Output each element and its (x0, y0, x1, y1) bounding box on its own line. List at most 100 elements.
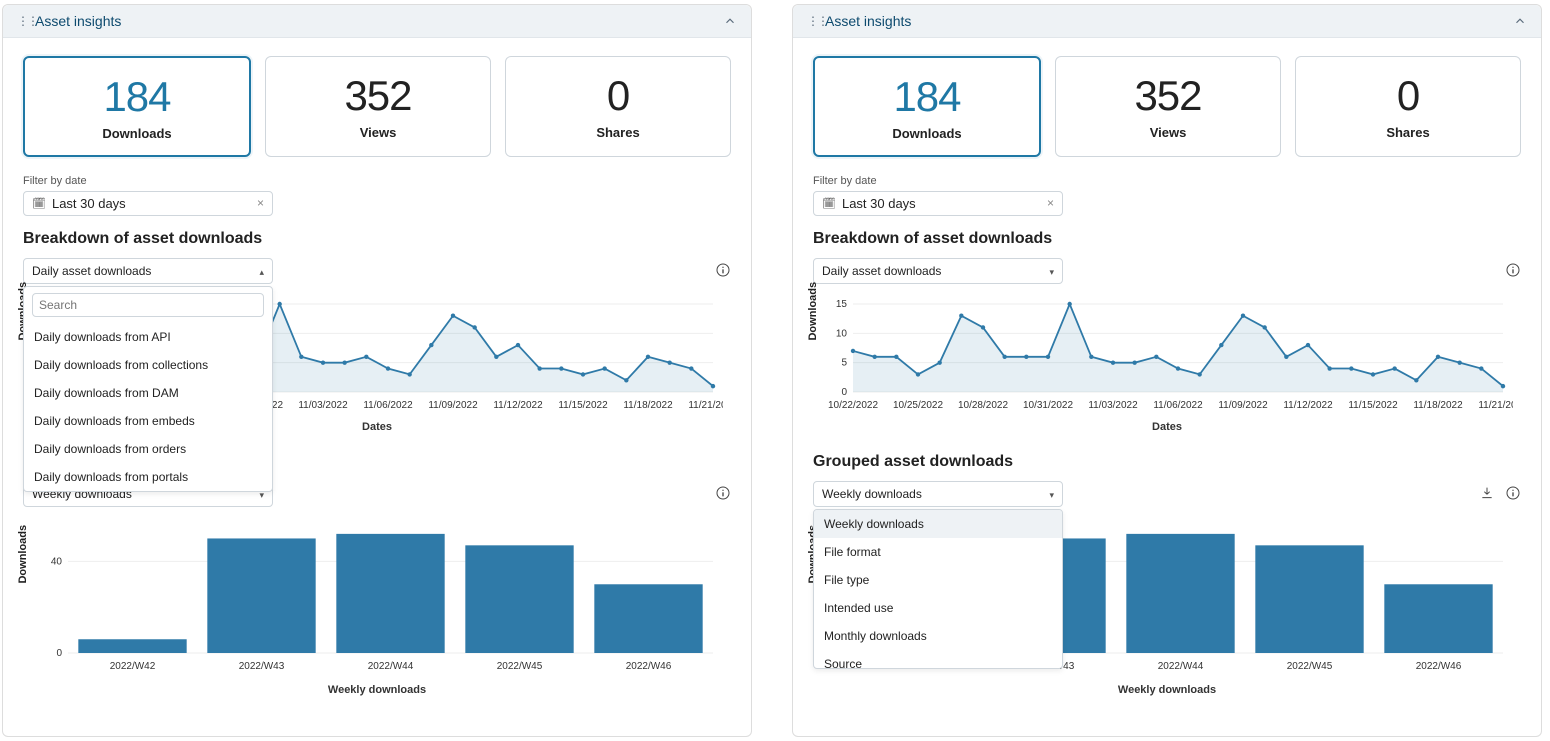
card-downloads[interactable]: 184 Downloads (23, 56, 251, 157)
svg-text:11/09/2022: 11/09/2022 (428, 400, 478, 411)
x-axis-label: Dates (813, 421, 1521, 433)
dropdown-option[interactable]: Weekly downloads (814, 510, 1062, 538)
svg-text:0: 0 (56, 648, 62, 659)
y-axis-label: Downloads (807, 282, 819, 341)
panel-title: Asset insights (825, 13, 911, 29)
filter-by-date-label: Filter by date (813, 175, 1521, 187)
svg-text:10/31/2022: 10/31/2022 (1023, 400, 1073, 411)
dropdown-option[interactable]: Daily downloads from DAM (24, 379, 272, 407)
grouped-select-value: Weekly downloads (822, 487, 922, 501)
svg-text:11/06/2022: 11/06/2022 (1153, 400, 1203, 411)
calendar-icon: 🗓 (32, 197, 46, 210)
card-value: 352 (1064, 73, 1272, 119)
breakdown-title: Breakdown of asset downloads (23, 230, 731, 248)
info-icon[interactable] (1505, 485, 1521, 501)
dropdown-option[interactable]: Daily downloads from collections (24, 351, 272, 379)
svg-text:11/03/2022: 11/03/2022 (1088, 400, 1138, 411)
svg-text:2022/W42: 2022/W42 (110, 661, 156, 672)
card-views[interactable]: 352 Views (265, 56, 491, 157)
svg-text:11/03/2022: 11/03/2022 (298, 400, 348, 411)
svg-text:15: 15 (836, 299, 848, 310)
chevron-up-icon: ▴ (259, 267, 264, 278)
date-filter-input[interactable]: 🗓 Last 30 days × (813, 191, 1063, 216)
grouped-bar-chart: 0402022/W422022/W432022/W442022/W452022/… (23, 517, 723, 677)
svg-text:10/22/2022: 10/22/2022 (828, 400, 878, 411)
date-filter-input[interactable]: 🗓 Last 30 days × (23, 191, 273, 216)
svg-text:2022/W46: 2022/W46 (1416, 661, 1462, 672)
svg-text:10/28/2022: 10/28/2022 (958, 400, 1008, 411)
card-value: 184 (33, 74, 241, 120)
svg-text:2022/W45: 2022/W45 (497, 661, 543, 672)
dropdown-option[interactable]: Daily downloads from API (24, 323, 272, 351)
card-label: Views (274, 125, 482, 140)
svg-text:11/21/2022: 11/21/2022 (1478, 400, 1513, 411)
svg-text:11/12/2022: 11/12/2022 (493, 400, 543, 411)
card-value: 184 (823, 74, 1031, 120)
card-label: Views (1064, 125, 1272, 140)
dropdown-option[interactable]: Daily downloads from portals (24, 463, 272, 491)
download-icon[interactable] (1479, 485, 1495, 501)
asset-insights-panel-left: Asset insights 184 Downloads 352 Views 0… (2, 4, 752, 737)
svg-text:11/12/2022: 11/12/2022 (1283, 400, 1333, 411)
panel-header[interactable]: Asset insights (793, 5, 1541, 38)
drag-handle-icon[interactable] (17, 15, 27, 27)
chevron-up-icon[interactable] (723, 14, 737, 28)
breakdown-select[interactable]: Daily asset downloads ▾ (813, 258, 1063, 284)
dropdown-option[interactable]: Source (814, 650, 1062, 669)
card-value: 0 (514, 73, 722, 119)
grouped-title: Grouped asset downloads (813, 453, 1521, 471)
dropdown-option[interactable]: File format (814, 538, 1062, 566)
card-label: Downloads (33, 126, 241, 141)
card-label: Shares (1304, 125, 1512, 140)
chevron-down-icon: ▾ (1049, 267, 1054, 278)
svg-text:11/15/2022: 11/15/2022 (558, 400, 608, 411)
clear-icon[interactable]: × (257, 196, 264, 210)
card-shares[interactable]: 0 Shares (505, 56, 731, 157)
svg-text:2022/W44: 2022/W44 (1158, 661, 1204, 672)
chevron-up-icon[interactable] (1513, 14, 1527, 28)
svg-text:2022/W46: 2022/W46 (626, 661, 672, 672)
panel-header[interactable]: Asset insights (3, 5, 751, 38)
grouped-dropdown[interactable]: Weekly downloads File format File type I… (813, 509, 1063, 669)
dropdown-search-input[interactable] (32, 293, 264, 317)
x-axis-label: Weekly downloads (23, 684, 731, 696)
svg-text:10: 10 (836, 329, 848, 340)
card-views[interactable]: 352 Views (1055, 56, 1281, 157)
info-icon[interactable] (1505, 262, 1521, 278)
date-filter-value: Last 30 days (52, 196, 126, 211)
svg-text:2022/W43: 2022/W43 (239, 661, 285, 672)
dropdown-option[interactable]: Daily downloads from orders (24, 435, 272, 463)
panel-title: Asset insights (35, 13, 121, 29)
breakdown-line-chart: 05101510/22/202210/25/202210/28/202210/3… (813, 294, 1513, 414)
card-label: Shares (514, 125, 722, 140)
dropdown-option[interactable]: File type (814, 566, 1062, 594)
dropdown-option[interactable]: Intended use (814, 594, 1062, 622)
svg-text:11/09/2022: 11/09/2022 (1218, 400, 1268, 411)
info-icon[interactable] (715, 485, 731, 501)
card-value: 0 (1304, 73, 1512, 119)
svg-text:11/18/2022: 11/18/2022 (623, 400, 673, 411)
clear-icon[interactable]: × (1047, 196, 1054, 210)
calendar-icon: 🗓 (822, 197, 836, 210)
breakdown-dropdown[interactable]: Daily downloads from API Daily downloads… (23, 286, 273, 492)
svg-text:11/15/2022: 11/15/2022 (1348, 400, 1398, 411)
card-shares[interactable]: 0 Shares (1295, 56, 1521, 157)
filter-by-date-label: Filter by date (23, 175, 731, 187)
drag-handle-icon[interactable] (807, 15, 817, 27)
breakdown-select-value: Daily asset downloads (822, 264, 941, 278)
info-icon[interactable] (715, 262, 731, 278)
svg-text:2022/W45: 2022/W45 (1287, 661, 1333, 672)
asset-insights-panel-right: Asset insights 184 Downloads 352 Views 0… (792, 4, 1542, 737)
y-axis-label: Downloads (17, 525, 29, 584)
card-downloads[interactable]: 184 Downloads (813, 56, 1041, 157)
svg-text:40: 40 (51, 557, 63, 568)
svg-text:5: 5 (841, 358, 847, 369)
svg-text:10/25/2022: 10/25/2022 (893, 400, 943, 411)
svg-text:11/21/2022: 11/21/2022 (688, 400, 723, 411)
svg-text:11/18/2022: 11/18/2022 (1413, 400, 1463, 411)
breakdown-select[interactable]: Daily asset downloads ▴ (23, 258, 273, 284)
dropdown-option[interactable]: Monthly downloads (814, 622, 1062, 650)
dropdown-option[interactable]: Daily downloads from embeds (24, 407, 272, 435)
grouped-select[interactable]: Weekly downloads ▾ (813, 481, 1063, 507)
date-filter-value: Last 30 days (842, 196, 916, 211)
